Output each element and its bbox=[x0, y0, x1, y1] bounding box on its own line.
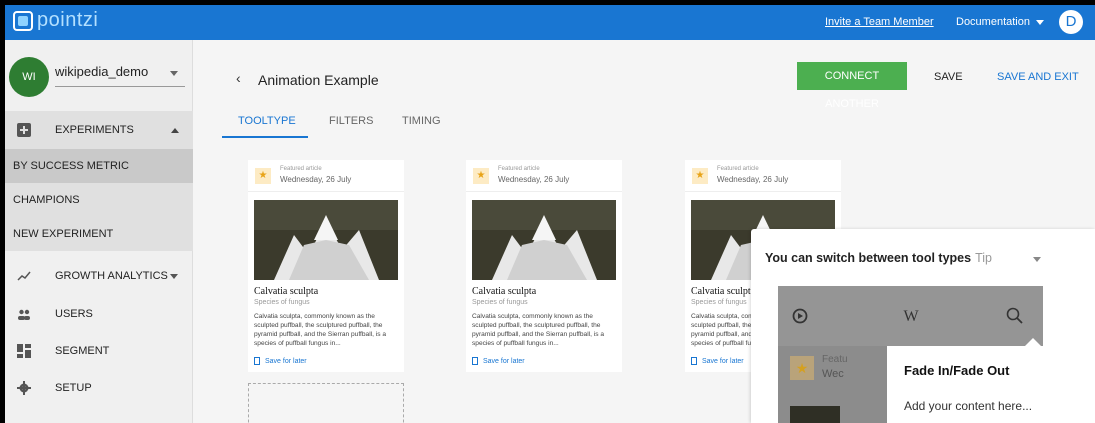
chevron-down-icon[interactable] bbox=[1033, 257, 1041, 262]
documentation-label: Documentation bbox=[956, 16, 1030, 28]
search-icon bbox=[1006, 307, 1023, 324]
save-for-later-label: Save for later bbox=[483, 357, 525, 365]
segment-icon bbox=[17, 344, 31, 358]
phone-date-label: Wec bbox=[822, 368, 844, 380]
sidebar-item-label: EXPERIMENTS bbox=[55, 124, 134, 136]
sidebar-subitem-champions[interactable]: CHAMPIONS bbox=[5, 183, 193, 217]
sidebar-item-label: USERS bbox=[55, 308, 93, 320]
back-arrow-icon[interactable]: ‹ bbox=[236, 70, 241, 86]
bookmark-icon bbox=[691, 357, 697, 365]
top-bar: pointzi Invite a Team Member Documentati… bbox=[5, 5, 1095, 40]
card-subtitle: Species of fungus bbox=[472, 299, 528, 306]
featured-date: Wednesday, 26 July bbox=[717, 175, 789, 184]
wikipedia-logo-icon: W bbox=[903, 308, 919, 324]
featured-date: Wednesday, 26 July bbox=[280, 175, 352, 184]
phone-image bbox=[790, 406, 840, 423]
connect-another-button[interactable]: CONNECT ANOTHER bbox=[797, 62, 907, 110]
featured-label: Featured article bbox=[280, 166, 322, 172]
gear-icon bbox=[17, 381, 31, 395]
save-for-later-label: Save for later bbox=[702, 357, 744, 365]
project-avatar: WI bbox=[9, 57, 49, 97]
featured-label: Featured article bbox=[717, 166, 759, 172]
bookmark-icon bbox=[472, 357, 478, 365]
chevron-down-icon bbox=[170, 71, 178, 76]
card-description: Calvatia sculpta, commonly known as the … bbox=[254, 313, 387, 347]
card-description: Calvatia sculpta, commonly known as the … bbox=[472, 313, 605, 347]
tool-type-panel: You can switch between tool types Tip W ★… bbox=[751, 229, 1095, 423]
preview-card[interactable]: ★ Featured article Wednesday, 26 July Ca… bbox=[466, 160, 622, 372]
sidebar-item-label: SEGMENT bbox=[55, 345, 110, 357]
save-button[interactable]: SAVE bbox=[934, 71, 963, 83]
tooltip-title: Fade In/Fade Out bbox=[904, 363, 1010, 378]
card-image bbox=[254, 200, 398, 280]
user-avatar[interactable]: D bbox=[1059, 10, 1083, 34]
logo-text: pointzi bbox=[37, 9, 99, 31]
page-title: Animation Example bbox=[258, 72, 379, 88]
main-content: ‹ Animation Example CONNECT ANOTHER SAVE… bbox=[194, 40, 1095, 423]
card-image bbox=[472, 200, 616, 280]
star-icon: ★ bbox=[473, 168, 489, 184]
panel-title: You can switch between tool types bbox=[765, 251, 972, 265]
sidebar-item-label: GROWTH ANALYTICS bbox=[55, 270, 168, 282]
sidebar-subitem-by-success-metric[interactable]: BY SUCCESS METRIC bbox=[5, 149, 193, 183]
sidebar-item-label: SETUP bbox=[55, 382, 92, 394]
chevron-up-icon bbox=[171, 128, 179, 133]
users-icon bbox=[18, 309, 30, 320]
phone-app-bar: W bbox=[778, 286, 1043, 346]
sidebar-subitem-new-experiment[interactable]: NEW EXPERIMENT bbox=[5, 217, 193, 251]
sidebar-item-segment[interactable]: SEGMENT bbox=[5, 333, 193, 369]
sidebar: WI wikipedia_demo EXPERIMENTS BY SUCCESS… bbox=[5, 40, 193, 423]
trending-icon bbox=[17, 271, 31, 281]
chevron-down-icon bbox=[170, 274, 178, 279]
featured-label: Featured article bbox=[498, 166, 540, 172]
sidebar-item-experiments[interactable]: EXPERIMENTS bbox=[5, 111, 193, 149]
card-title: Calvatia sculpta bbox=[691, 286, 756, 297]
tab-tooltype[interactable]: TOOLTYPE bbox=[238, 115, 296, 127]
star-icon: ★ bbox=[790, 356, 814, 380]
bookmark-icon bbox=[254, 357, 260, 365]
card-header: ★ Featured article Wednesday, 26 July bbox=[685, 160, 841, 192]
svg-text:W: W bbox=[903, 308, 919, 324]
card-title: Calvatia sculpta bbox=[254, 286, 319, 297]
project-selector[interactable]: WI wikipedia_demo bbox=[5, 40, 193, 105]
plus-box-icon bbox=[17, 123, 31, 137]
tool-type-selector[interactable]: You can switch between tool types Tip bbox=[765, 251, 992, 265]
tab-filters[interactable]: FILTERS bbox=[329, 115, 373, 127]
logo[interactable]: pointzi bbox=[13, 9, 98, 32]
app-window: pointzi Invite a Team Member Documentati… bbox=[5, 5, 1095, 423]
card-header: ★ Featured article Wednesday, 26 July bbox=[248, 160, 404, 192]
logo-icon bbox=[13, 10, 33, 31]
invite-team-member-link[interactable]: Invite a Team Member bbox=[825, 16, 934, 28]
chevron-down-icon bbox=[1036, 19, 1044, 25]
star-icon: ★ bbox=[255, 168, 271, 184]
star-icon: ★ bbox=[692, 168, 708, 184]
project-name: wikipedia_demo bbox=[55, 64, 149, 79]
phone-featured-label: Featu bbox=[822, 354, 848, 365]
tooltip-preview[interactable]: Fade In/Fade Out Add your content here..… bbox=[887, 338, 1043, 423]
sidebar-item-users[interactable]: USERS bbox=[5, 296, 193, 332]
save-and-exit-button[interactable]: SAVE AND EXIT bbox=[997, 71, 1079, 83]
add-card-placeholder[interactable] bbox=[248, 383, 404, 423]
card-subtitle: Species of fungus bbox=[254, 299, 310, 306]
save-for-later-link[interactable]: Save for later bbox=[691, 357, 744, 365]
sidebar-item-growth-analytics[interactable]: GROWTH ANALYTICS bbox=[5, 258, 193, 294]
featured-date: Wednesday, 26 July bbox=[498, 175, 570, 184]
sidebar-item-setup[interactable]: SETUP bbox=[5, 370, 193, 406]
divider bbox=[55, 86, 185, 87]
active-tab-indicator bbox=[222, 136, 308, 138]
preview-card[interactable]: ★ Featured article Wednesday, 26 July Ca… bbox=[248, 160, 404, 372]
card-subtitle: Species of fungus bbox=[691, 299, 747, 306]
tooltip-body: Add your content here... bbox=[904, 399, 1033, 413]
phone-preview: W ★ Featu Wec Fade In/Fade Out Add your … bbox=[778, 286, 1043, 423]
documentation-menu[interactable]: Documentation bbox=[956, 16, 1044, 28]
save-for-later-link[interactable]: Save for later bbox=[472, 357, 525, 365]
save-for-later-label: Save for later bbox=[265, 357, 307, 365]
card-header: ★ Featured article Wednesday, 26 July bbox=[466, 160, 622, 192]
tool-type-value: Tip bbox=[975, 251, 992, 265]
menu-circle-icon bbox=[792, 308, 808, 324]
card-title: Calvatia sculpta bbox=[472, 286, 537, 297]
save-for-later-link[interactable]: Save for later bbox=[254, 357, 307, 365]
tab-timing[interactable]: TIMING bbox=[402, 115, 441, 127]
